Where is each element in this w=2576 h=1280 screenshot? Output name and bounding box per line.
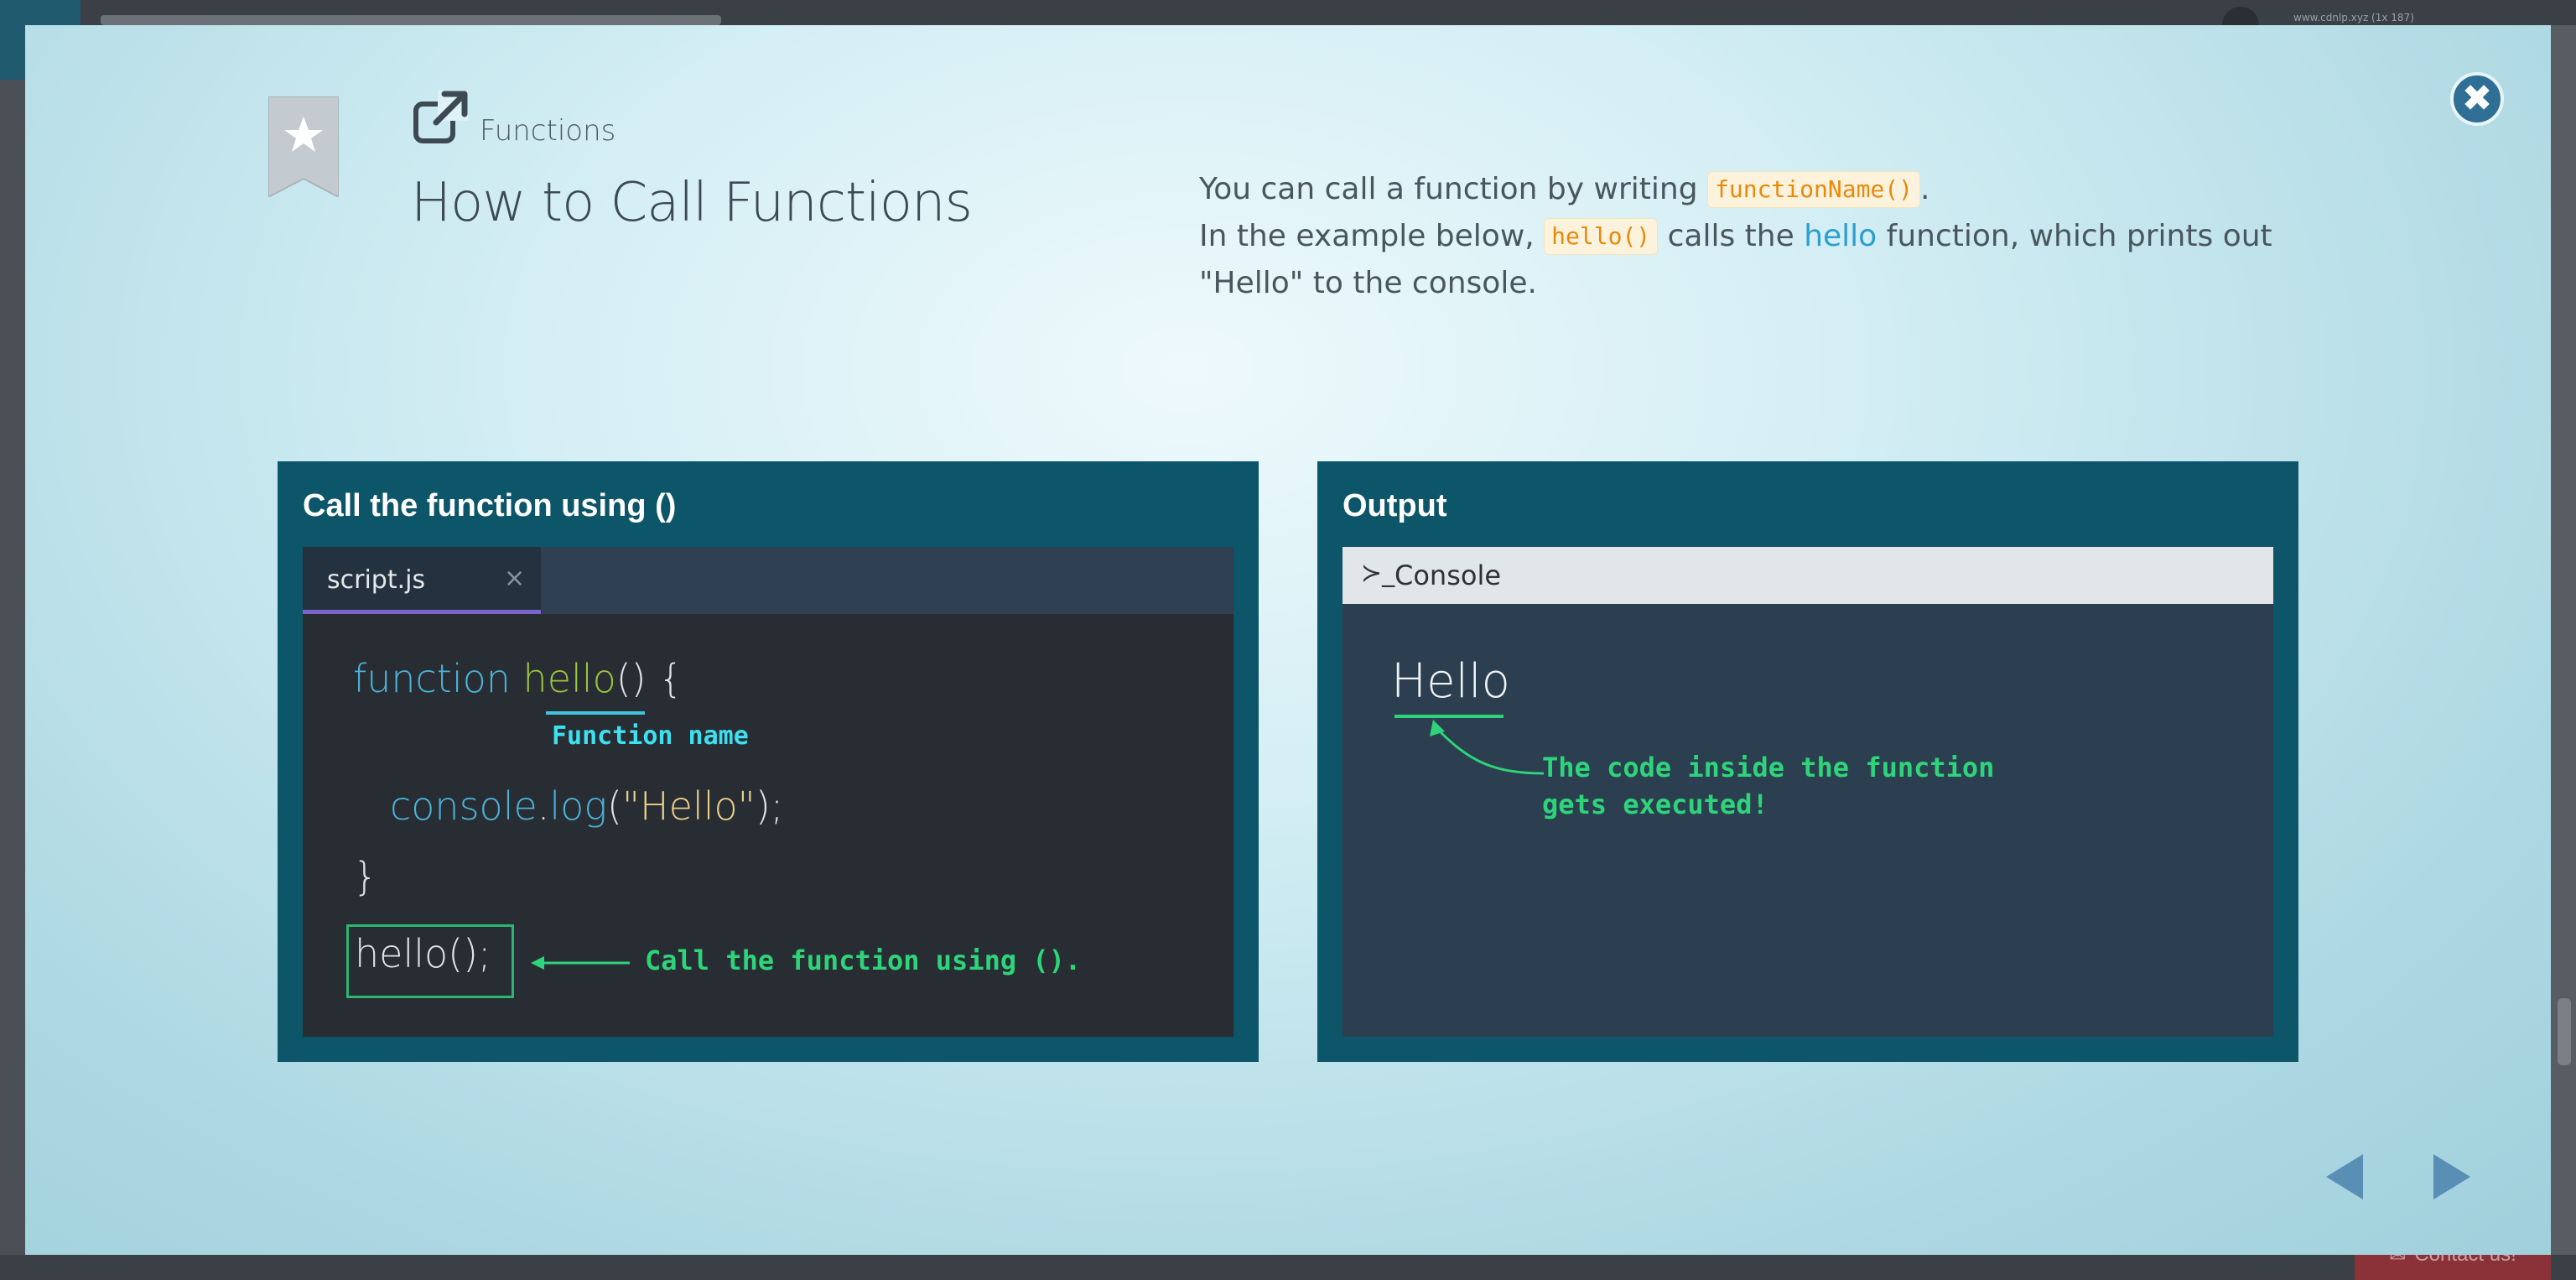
background-url-text: www.cdnlp.xyz (1x 187) [2293, 12, 2414, 23]
triangle-left-icon [2326, 1154, 2363, 1199]
close-icon: ✖ [2461, 77, 2493, 120]
lesson-description: You can call a function by writing funct… [1199, 166, 2331, 307]
code-log-method: log [549, 783, 607, 829]
code-string-literal: "Hello" [621, 783, 756, 829]
call-annotation: Call the function using (). [645, 944, 1082, 976]
background-scroll-thumb[interactable] [2558, 998, 2571, 1065]
code-line-console-log: console.log("Hello"); [390, 783, 783, 829]
code-line-close-brace: } [353, 854, 378, 899]
description-line-2: In the example below, hello() calls the … [1199, 213, 2331, 260]
tab-close-icon[interactable]: × [504, 564, 525, 593]
highlighted-function-name: hello [1804, 219, 1877, 253]
description-text: In the example below, [1199, 219, 1545, 253]
function-name-annotation: Function name [552, 721, 749, 751]
external-link-icon[interactable] [413, 91, 468, 146]
description-line-1: You can call a function by writing funct… [1199, 166, 2331, 213]
execution-annotation-line-1: The code inside the function [1542, 752, 1995, 783]
code-line-function-declaration: function hello() { [353, 656, 683, 701]
console-window: ≻_ Console Hello The code inside the fun… [1343, 547, 2273, 1037]
inline-code-function-name: functionName() [1707, 171, 1921, 208]
console-title: Console [1394, 559, 1502, 591]
background-scrollbar[interactable] [2551, 25, 2576, 1255]
code-close-statement: ); [755, 783, 784, 829]
background-bottombar [0, 1255, 2576, 1280]
tab-label: script.js [327, 565, 426, 595]
page-title: How to Call Functions [411, 172, 973, 234]
console-header: ≻_ Console [1343, 547, 2273, 604]
description-line-3: "Hello" to the console. [1199, 266, 1537, 300]
code-panel-heading: Call the function using () [303, 488, 677, 523]
description-text: function, which prints out [1877, 219, 2272, 253]
description-text: You can call a function by writing [1199, 172, 1707, 206]
tab-script-js[interactable]: script.js × [303, 547, 541, 614]
console-output-text: Hello [1391, 654, 1510, 709]
code-dot: . [537, 783, 550, 829]
editor-tab-bar: script.js × [303, 547, 1233, 614]
previous-slide-button[interactable] [2323, 1147, 2373, 1206]
triangle-right-icon [2433, 1154, 2470, 1199]
code-open-paren: ( [606, 783, 622, 829]
inline-code-hello-call: hello() [1544, 218, 1659, 255]
description-text: calls the [1658, 219, 1805, 253]
execution-annotation-line-2: gets executed! [1542, 788, 1768, 820]
next-slide-button[interactable] [2423, 1147, 2474, 1206]
lesson-modal: Functions How to Call Functions You can … [25, 25, 2551, 1255]
code-line-function-call: hello(); [355, 931, 491, 976]
output-panel: Output ≻_ Console Hello The code inside … [1317, 461, 2298, 1062]
curved-arrow-icon [1430, 720, 1545, 775]
description-text: . [1920, 172, 1930, 206]
call-arrow-icon [531, 956, 630, 970]
code-editor: script.js × function hello() { Function … [303, 547, 1233, 1037]
close-button[interactable]: ✖ [2450, 72, 2504, 126]
output-underline [1394, 715, 1504, 718]
background-search-bar [101, 15, 721, 25]
function-name-underline [546, 711, 645, 715]
lesson-category[interactable]: Functions [480, 114, 615, 148]
terminal-icon: ≻_ [1361, 559, 1395, 588]
code-keyword: function [353, 656, 511, 701]
output-panel-heading: Output [1343, 488, 1447, 523]
code-example-panel: Call the function using () script.js × f… [278, 461, 1259, 1062]
code-signature: () { [615, 656, 683, 701]
code-console-object: console [390, 783, 538, 829]
code-function-name: hello [522, 656, 616, 701]
bookmark-icon[interactable] [267, 96, 340, 199]
